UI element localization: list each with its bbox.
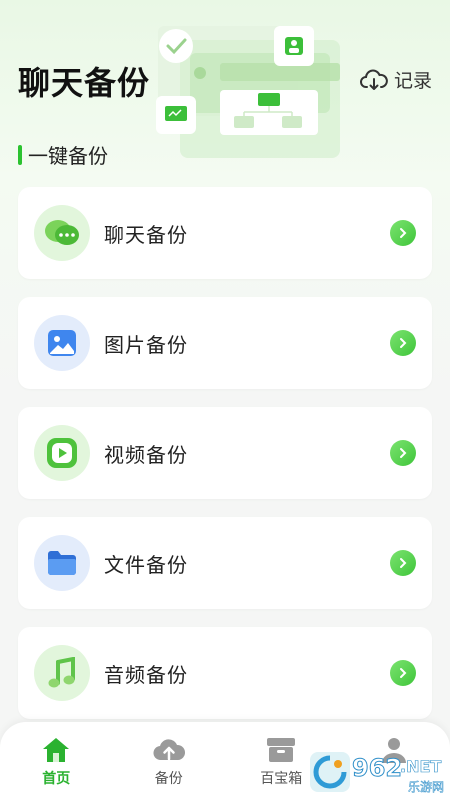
- card-video-backup[interactable]: 视频备份: [18, 407, 432, 499]
- tab-label: 百宝箱: [260, 771, 303, 787]
- watermark-site-name: 乐游网: [408, 780, 444, 794]
- card-label: 聊天备份: [104, 222, 188, 247]
- tab-label: 备份: [154, 771, 183, 787]
- backup-illustration: [156, 26, 340, 158]
- card-chat-backup[interactable]: 聊天备份: [18, 187, 432, 279]
- tab-label: 首页: [42, 771, 71, 787]
- tab-home[interactable]: 首页: [0, 722, 113, 800]
- box-icon: [267, 738, 296, 762]
- record-label: 记录: [393, 70, 432, 92]
- video-play-icon: [34, 425, 90, 481]
- section-title: 一键备份: [18, 140, 108, 169]
- chevron-right-icon: [390, 220, 416, 246]
- card-file-backup[interactable]: 文件备份: [18, 517, 432, 609]
- chevron-right-icon: [390, 330, 416, 356]
- watermark-number: 962: [352, 754, 402, 782]
- card-label: 音频备份: [104, 662, 188, 687]
- header: 聊天备份 记录 一键备份: [0, 0, 450, 180]
- section-title-text: 一键备份: [28, 144, 108, 168]
- card-image-backup[interactable]: 图片备份: [18, 297, 432, 389]
- card-label: 文件备份: [104, 552, 188, 577]
- chat-bubbles-icon: [34, 205, 90, 261]
- cloud-download-icon: [360, 69, 388, 90]
- card-audio-backup[interactable]: 音频备份: [18, 627, 432, 719]
- folder-icon: [34, 535, 90, 591]
- site-watermark-logo: 962 .NET 乐游网: [310, 752, 444, 794]
- music-note-icon: [34, 645, 90, 701]
- image-icon: [34, 315, 90, 371]
- section-accent-bar: [18, 144, 22, 165]
- chevron-right-icon: [390, 440, 416, 466]
- chevron-right-icon: [390, 660, 416, 686]
- watermark-net: .NET: [400, 757, 441, 776]
- page-title: 聊天备份: [18, 64, 151, 102]
- tab-backup[interactable]: 备份: [113, 722, 226, 800]
- card-label: 视频备份: [104, 442, 188, 467]
- chevron-right-icon: [390, 550, 416, 576]
- card-label: 图片备份: [104, 332, 188, 357]
- cloud-upload-icon: [153, 739, 185, 761]
- home-icon: [43, 738, 70, 762]
- record-button[interactable]: 记录: [360, 66, 432, 93]
